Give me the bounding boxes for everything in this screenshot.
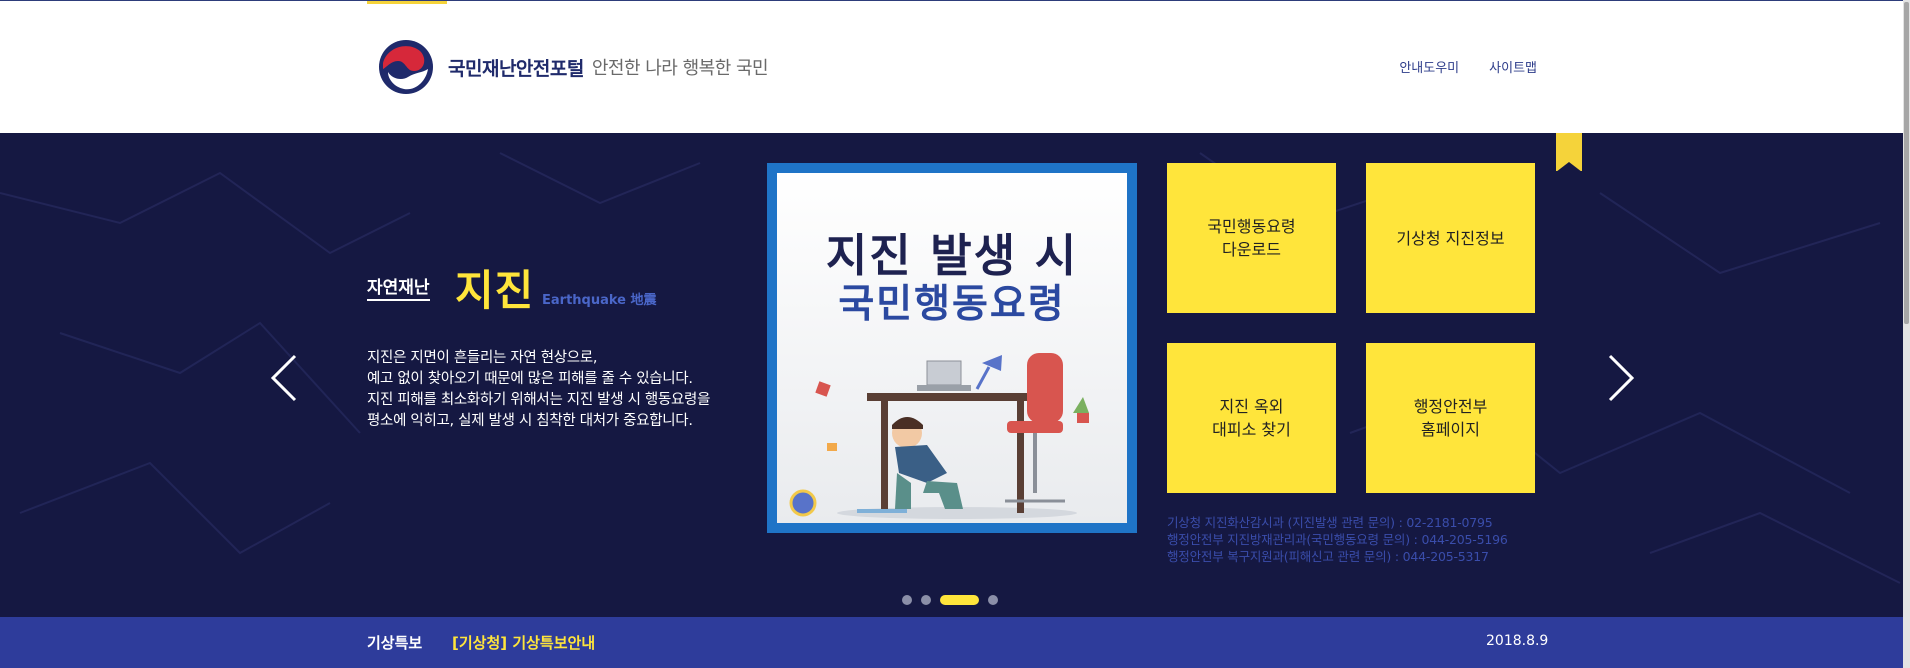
disaster-title: 지진 — [455, 266, 535, 315]
disaster-description: 지진은 지면이 흔들리는 자연 현상으로, 예고 없이 찾아오기 때문에 많은 … — [367, 348, 710, 432]
alert-date: 2018.8.9 — [1486, 633, 1549, 649]
mois-homepage-tile[interactable]: 행정안전부홈페이지 — [1366, 343, 1535, 493]
tile-label: 기상청 지진정보 — [1396, 228, 1505, 248]
poster-subheadline: 국민행동요령 — [838, 282, 1066, 327]
slide-dot-active[interactable] — [940, 595, 979, 605]
poster-inner: 지진 발생 시 국민행동요령 — [777, 173, 1127, 523]
tile-label: 지진 옥외 — [1219, 397, 1284, 416]
utility-nav: 안내도우미 사이트맵 — [1399, 57, 1537, 76]
site-title: 국민재난안전포털 — [448, 57, 584, 80]
chevron-right-icon[interactable] — [1600, 348, 1640, 408]
tile-label: 대피소 찾기 — [1212, 420, 1291, 439]
description-line: 지진 피해를 최소화하기 위해서는 지진 발생 시 행동요령을 — [367, 392, 711, 408]
alert-label: 기상특보 — [367, 634, 423, 652]
bookmark-ribbon — [1556, 133, 1582, 172]
slide-dot[interactable] — [902, 595, 912, 605]
hero-slider: 자연재난 지진 Earthquake 地震 지진은 지면이 흔들리는 자연 현상… — [0, 133, 1910, 617]
disaster-title-en: Earthquake 地震 — [542, 293, 657, 308]
description-line: 지진은 지면이 흔들리는 자연 현상으로, — [367, 350, 598, 366]
action-guide-poster[interactable]: 지진 발생 시 국민행동요령 — [767, 163, 1137, 533]
slide-dot[interactable] — [988, 595, 998, 605]
slider-pagination — [902, 595, 998, 605]
person-under-desk-illustration — [789, 353, 1089, 519]
contact-info: 기상청 지진화산감시과 (지진발생 관련 문의) : 02-2181-0795 … — [1167, 514, 1508, 565]
scrollbar-thumb[interactable] — [1904, 2, 1909, 324]
chevron-left-icon[interactable] — [265, 348, 305, 408]
kma-earthquake-info-tile[interactable]: 기상청 지진정보 — [1366, 163, 1535, 313]
page-scrollbar[interactable] — [1903, 0, 1910, 668]
tile-label: 다운로드 — [1222, 240, 1281, 259]
alert-link[interactable]: [기상청] 기상특보안내 — [452, 632, 595, 653]
korea-government-emblem-icon — [379, 40, 433, 94]
contact-line: 행정안전부 복구지원과(피해신고 관련 문의) : 044-205-5317 — [1167, 549, 1489, 564]
contact-line: 행정안전부 지진방재관리과(국민행동요령 문의) : 044-205-5196 — [1167, 532, 1508, 547]
weather-alert-bar: 기상특보 [기상청] 기상특보안내 2018.8.9 — [0, 617, 1910, 668]
disaster-category: 자연재난 — [367, 273, 430, 301]
header-accent-tab — [367, 1, 447, 4]
site-logo[interactable]: 국민재난안전포털 안전한 나라 행복한 국민 — [378, 39, 769, 95]
contact-line: 기상청 지진화산감시과 (지진발생 관련 문의) : 02-2181-0795 — [1167, 515, 1493, 530]
site-slogan: 안전한 나라 행복한 국민 — [591, 58, 769, 79]
description-line: 평소에 익히고, 실제 발생 시 침착한 대처가 중요합니다. — [367, 413, 693, 429]
tile-label: 홈페이지 — [1421, 420, 1480, 439]
sitemap-link[interactable]: 사이트맵 — [1489, 57, 1537, 76]
action-guide-download-tile[interactable]: 국민행동요령다운로드 — [1167, 163, 1336, 313]
outdoor-shelter-finder-tile[interactable]: 지진 옥외대피소 찾기 — [1167, 343, 1336, 493]
slide-dot[interactable] — [921, 595, 931, 605]
tile-label: 국민행동요령 — [1207, 217, 1296, 236]
guide-link[interactable]: 안내도우미 — [1399, 57, 1459, 76]
site-header: 국민재난안전포털 안전한 나라 행복한 국민 안내도우미 사이트맵 — [0, 0, 1910, 133]
description-line: 예고 없이 찾아오기 때문에 많은 피해를 줄 수 있습니다. — [367, 371, 693, 387]
tile-label: 행정안전부 — [1413, 397, 1488, 416]
